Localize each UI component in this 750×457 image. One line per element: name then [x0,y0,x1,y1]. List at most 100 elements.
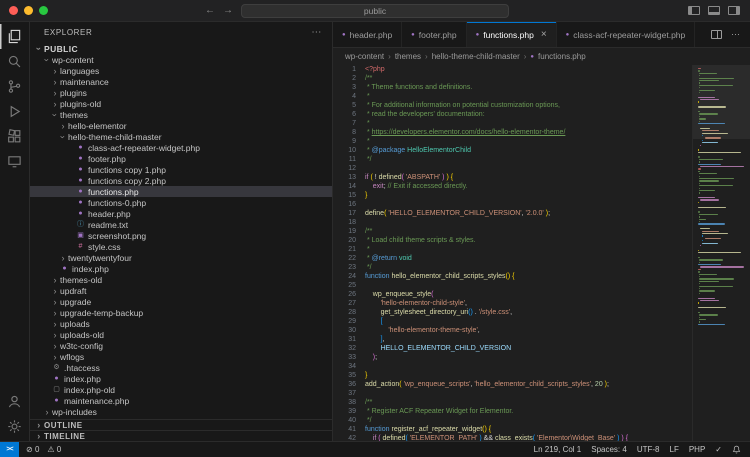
line-number: 19 [333,227,365,236]
status-item[interactable]: Spaces: 4 [591,445,627,454]
breadcrumb-item[interactable]: themes [395,52,421,61]
editor-group: ●header.php●footer.php●functions.php×●cl… [333,22,750,441]
line-number: 5 [333,101,365,110]
tree-item-uploads[interactable]: ›uploads [30,318,332,329]
tree-item-readme.txt[interactable]: ⓘreadme.txt [30,219,332,230]
line-number: 25 [333,281,365,290]
tree-item-hello-theme-child-master[interactable]: ›hello-theme-child-master [30,131,332,142]
tree-item-languages[interactable]: ›languages [30,65,332,76]
tree-item-w3tc-config[interactable]: ›w3tc-config [30,340,332,351]
tree-item-upgrade-temp-backup[interactable]: ›upgrade-temp-backup [30,307,332,318]
explorer-icon[interactable] [0,24,29,49]
tree-item-maintenance[interactable]: ›maintenance [30,76,332,87]
tree-item-functions copy 2.php[interactable]: ●functions copy 2.php [30,175,332,186]
tree-item-index.php[interactable]: ●index.php [30,263,332,274]
problems-warnings[interactable]: ⚠ 0 [47,445,61,454]
breadcrumb-item[interactable]: wp-content [345,52,384,61]
extensions-icon[interactable] [0,124,29,149]
status-item[interactable]: Ln 219, Col 1 [534,445,582,454]
tree-item-wp-includes[interactable]: ›wp-includes [30,406,332,417]
code-line: 40 */ [333,416,750,425]
command-center-search[interactable]: public [241,4,509,18]
status-item[interactable]: PHP [689,445,705,454]
line-number: 14 [333,182,365,191]
minimap[interactable] [692,65,750,441]
code-area[interactable]: 1<?php2/**3 * Theme functions and defini… [333,65,750,441]
tab-class-acf-repeater-widget.php[interactable]: ●class-acf-repeater-widget.php [557,22,696,47]
tree-item-header.php[interactable]: ●header.php [30,208,332,219]
tree-item-PUBLIC[interactable]: ›PUBLIC [30,43,332,54]
nav-back-button[interactable]: ← [205,5,215,16]
sidebar-section-outline[interactable]: ›OUTLINE [30,419,332,430]
tree-item-plugins-old[interactable]: ›plugins-old [30,98,332,109]
minimize-window-button[interactable] [24,6,33,15]
tree-item-wp-content[interactable]: ›wp-content [30,54,332,65]
status-item[interactable]: UTF-8 [637,445,660,454]
tree-item-class-acf-repeater-widget.php[interactable]: ●class-acf-repeater-widget.php [30,142,332,153]
remote-indicator[interactable]: >< [0,442,19,457]
tree-item-upgrade[interactable]: ›upgrade [30,296,332,307]
line-number: 22 [333,254,365,263]
tree-item-label: index.php-old [64,385,115,395]
tree-item-functions-0.php[interactable]: ●functions-0.php [30,197,332,208]
file-tree: ›PUBLIC›wp-content›languages›maintenance… [30,43,332,419]
line-number: 2 [333,74,365,83]
code-line: 39 * Register ACF Repeater Widget for El… [333,407,750,416]
tree-item-screenshot.png[interactable]: ▣screenshot.png [30,230,332,241]
tab-header.php[interactable]: ●header.php [333,22,402,47]
tree-item-functions copy 1.php[interactable]: ●functions copy 1.php [30,164,332,175]
code-text: } [365,191,367,200]
tree-item-hello-elementor[interactable]: ›hello-elementor [30,120,332,131]
notifications-bell-icon[interactable] [732,445,741,454]
tree-item-.htaccess[interactable]: ⚙.htaccess [30,362,332,373]
account-icon[interactable] [0,389,29,414]
tree-item-themes[interactable]: ›themes [30,109,332,120]
close-window-button[interactable] [9,6,18,15]
code-text: * [365,137,370,146]
settings-icon[interactable] [0,414,29,439]
code-line: 30 'hello-elementor-theme-style', [333,326,750,335]
code-line: 12 [333,164,750,173]
breadcrumb-item[interactable]: functions.php [538,52,586,61]
tree-item-themes-old[interactable]: ›themes-old [30,274,332,285]
tree-item-updraft[interactable]: ›updraft [30,285,332,296]
command-center-text: public [364,6,386,16]
tree-item-uploads-old[interactable]: ›uploads-old [30,329,332,340]
status-item[interactable]: ✓ [715,445,722,454]
source-control-icon[interactable] [0,74,29,99]
breadcrumb-item[interactable]: hello-theme-child-master [432,52,520,61]
split-editor-icon[interactable] [711,30,722,39]
close-icon[interactable]: × [541,31,547,39]
problems-errors[interactable]: ⊘ 0 [26,445,39,454]
tree-item-style.css[interactable]: #style.css [30,241,332,252]
remote-explorer-icon[interactable] [0,149,29,174]
status-item[interactable]: LF [670,445,679,454]
tree-item-functions.php[interactable]: ●functions.php [30,186,332,197]
tree-item-plugins[interactable]: ›plugins [30,87,332,98]
tree-item-label: twentytwentyfour [68,253,132,263]
code-line: 2/** [333,74,750,83]
explorer-more-actions-icon[interactable]: ⋯ [311,27,322,38]
chevron-icon: › [50,297,60,307]
tree-item-wflogs[interactable]: ›wflogs [30,351,332,362]
toggle-panel-icon[interactable] [708,6,720,15]
run-debug-icon[interactable] [0,99,29,124]
tab-footer.php[interactable]: ●footer.php [402,22,466,47]
tree-item-index.php-old[interactable]: ▢index.php-old [30,384,332,395]
tree-item-index.php[interactable]: ●index.php [30,373,332,384]
zoom-window-button[interactable] [39,6,48,15]
line-number: 8 [333,128,365,137]
toggle-sidebar-icon[interactable] [688,6,700,15]
search-icon[interactable] [0,49,29,74]
editor-more-actions-icon[interactable]: ⋯ [731,29,740,40]
sidebar-section-timeline[interactable]: ›TIMELINE [30,430,332,441]
tree-item-maintenance.php[interactable]: ●maintenance.php [30,395,332,406]
tab-functions.php[interactable]: ●functions.php× [467,22,557,47]
toggle-secondary-sidebar-icon[interactable] [728,6,740,15]
gear-icon: ⚙ [52,363,61,372]
tree-item-footer.php[interactable]: ●footer.php [30,153,332,164]
chevron-icon: › [50,99,60,109]
code-text: if ( ! defined( 'ABSPATH' ) ) { [365,173,453,182]
nav-forward-button[interactable]: → [223,5,233,16]
tree-item-twentytwentyfour[interactable]: ›twentytwentyfour [30,252,332,263]
